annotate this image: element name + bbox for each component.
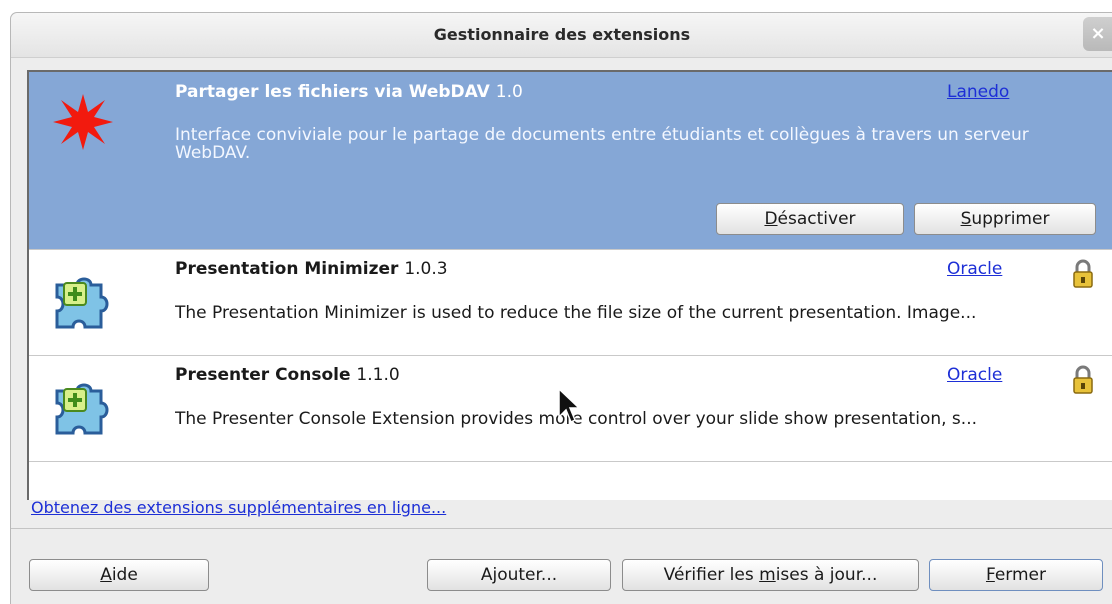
puzzle-extension-icon — [55, 277, 109, 329]
check-updates-button[interactable]: Vérifier les mises à jour... — [622, 559, 919, 591]
puzzle-extension-icon — [55, 383, 109, 435]
extension-description: The Presenter Console Extension provides… — [175, 409, 977, 429]
extension-item-webdav[interactable]: Partager les fichiers via WebDAV 1.0 Lan… — [29, 72, 1112, 250]
disable-button[interactable]: Désactiver — [716, 203, 904, 235]
publisher-link[interactable]: Oracle — [947, 259, 1002, 279]
extension-version: 1.0.3 — [404, 259, 448, 279]
extension-version: 1.1.0 — [356, 365, 400, 385]
footer-divider — [11, 528, 1112, 529]
publisher-link[interactable]: Lanedo — [947, 82, 1009, 102]
help-button[interactable]: Aide — [29, 559, 209, 591]
title-bar: Gestionnaire des extensions × — [11, 13, 1112, 58]
extension-name: Partager les fichiers via WebDAV 1.0 — [175, 82, 523, 102]
extension-description: Interface conviviale pour le partage de … — [175, 126, 1029, 162]
extension-item-presentation-minimizer[interactable]: Presentation Minimizer 1.0.3 Oracle The … — [29, 249, 1112, 356]
remove-button[interactable]: Supprimer — [914, 203, 1096, 235]
close-window-button[interactable]: × — [1083, 17, 1112, 51]
close-button[interactable]: Fermer — [929, 559, 1103, 591]
lock-icon — [1073, 259, 1093, 288]
extension-description: The Presentation Minimizer is used to re… — [175, 303, 977, 323]
red-star-icon — [53, 94, 113, 150]
extension-name: Presenter Console 1.1.0 — [175, 365, 400, 385]
publisher-link[interactable]: Oracle — [947, 365, 1002, 385]
dialog-title: Gestionnaire des extensions — [433, 25, 691, 44]
extension-manager-dialog: Gestionnaire des extensions × Partager l… — [10, 12, 1112, 604]
mouse-cursor-icon — [558, 387, 579, 424]
add-button[interactable]: Ajouter... — [427, 559, 611, 591]
extension-name: Presentation Minimizer 1.0.3 — [175, 259, 448, 279]
close-icon: × — [1090, 23, 1106, 44]
lock-icon — [1073, 365, 1093, 394]
get-more-extensions-link[interactable]: Obtenez des extensions supplémentaires e… — [31, 498, 446, 517]
extension-list[interactable]: Partager les fichiers via WebDAV 1.0 Lan… — [27, 70, 1112, 500]
extension-version: 1.0 — [495, 82, 523, 102]
